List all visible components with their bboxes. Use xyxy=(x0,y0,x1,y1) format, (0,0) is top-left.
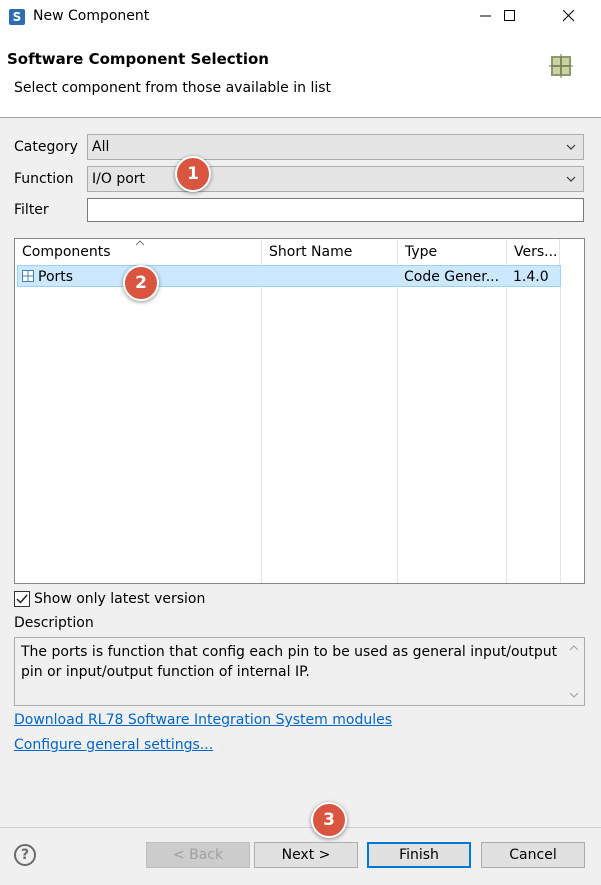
function-value: I/O port xyxy=(92,171,146,187)
description-content: The ports is function that config each p… xyxy=(21,644,558,680)
callout-badge-3: 3 xyxy=(311,802,347,838)
close-icon xyxy=(562,9,575,22)
show-latest-label[interactable]: Show only latest version xyxy=(34,591,205,607)
show-latest-checkbox[interactable] xyxy=(14,591,30,607)
column-separator xyxy=(506,265,507,583)
column-header-type[interactable]: Type xyxy=(398,239,507,265)
download-modules-link[interactable]: Download RL78 Software Integration Syste… xyxy=(14,712,392,728)
category-label: Category xyxy=(14,139,78,155)
callout-badge-2: 2 xyxy=(123,265,159,301)
close-button[interactable] xyxy=(546,3,592,31)
page-subtitle: Select component from those available in… xyxy=(14,80,332,96)
scroll-up-icon[interactable] xyxy=(569,645,579,651)
checkmark-icon xyxy=(16,594,28,604)
footer-divider xyxy=(0,827,601,828)
row-short-name xyxy=(268,267,392,287)
category-value: All xyxy=(92,139,110,155)
sort-ascending-icon xyxy=(135,240,145,246)
column-separator xyxy=(560,265,561,583)
help-icon[interactable]: ? xyxy=(14,844,36,866)
scroll-down-icon[interactable] xyxy=(569,692,579,698)
maximize-button[interactable] xyxy=(487,3,533,31)
finish-button[interactable]: Finish xyxy=(367,842,471,868)
app-icon: S xyxy=(9,9,25,25)
description-label: Description xyxy=(14,615,94,631)
column-header-version[interactable]: Vers... xyxy=(507,239,560,265)
chevron-down-icon xyxy=(566,144,576,150)
function-label: Function xyxy=(14,171,74,187)
callout-badge-1: 1 xyxy=(175,156,211,192)
wizard-header: Software Component Selection Select comp… xyxy=(0,34,601,118)
window-title: New Component xyxy=(33,8,150,24)
back-button[interactable]: < Back xyxy=(146,842,250,868)
title-bar: S New Component xyxy=(0,0,601,34)
filter-label: Filter xyxy=(14,202,49,218)
component-grid-icon xyxy=(549,54,573,78)
description-text: The ports is function that config each p… xyxy=(14,637,585,706)
row-version: 1.4.0 xyxy=(513,269,549,285)
components-table: Components Short Name Type Vers... Ports… xyxy=(14,238,585,584)
column-header-short-name[interactable]: Short Name xyxy=(262,239,398,265)
maximize-icon xyxy=(504,10,515,21)
category-select[interactable]: All xyxy=(87,134,584,160)
page-title: Software Component Selection xyxy=(7,50,269,68)
filter-input[interactable] xyxy=(87,198,584,222)
function-select[interactable]: I/O port xyxy=(87,166,584,192)
expand-plus-icon[interactable] xyxy=(22,270,34,282)
next-button[interactable]: Next > xyxy=(254,842,358,868)
cancel-button[interactable]: Cancel xyxy=(481,842,585,868)
row-type: Code Gener... xyxy=(404,269,500,285)
description-scrollbar[interactable] xyxy=(566,639,583,704)
column-separator xyxy=(261,265,262,583)
chevron-down-icon xyxy=(566,176,576,182)
column-separator xyxy=(397,265,398,583)
configure-settings-link[interactable]: Configure general settings... xyxy=(14,737,213,753)
